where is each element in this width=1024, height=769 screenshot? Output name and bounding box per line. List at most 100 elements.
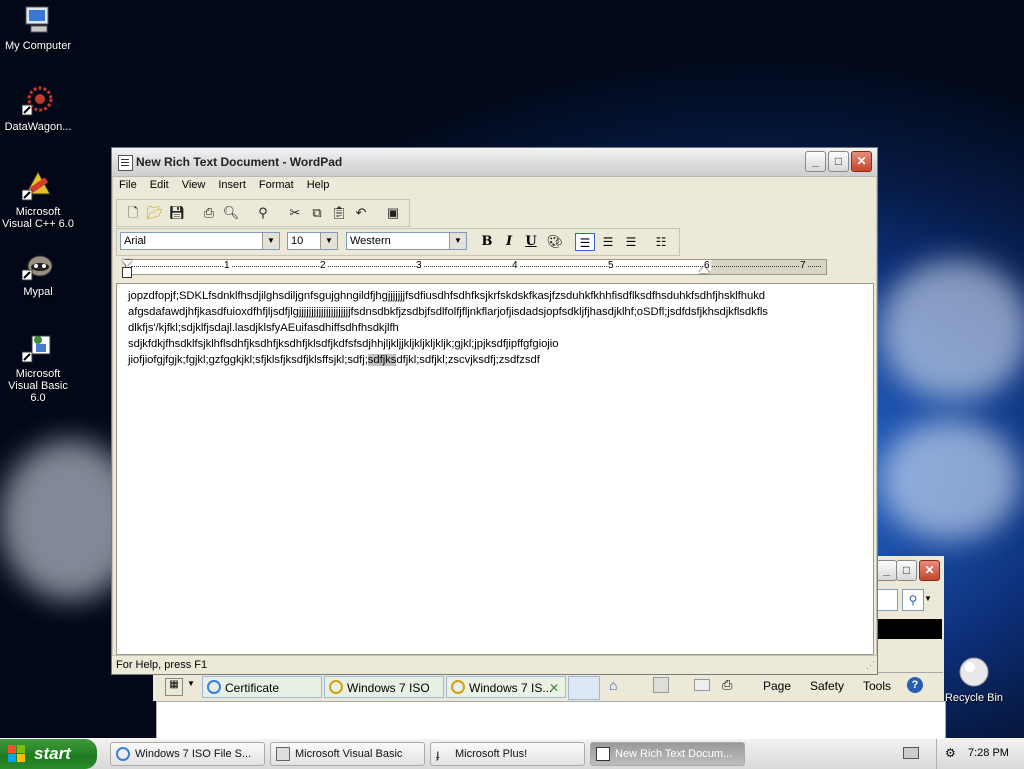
hanging-indent-marker[interactable]: [122, 267, 132, 278]
new-icon[interactable]: 🗋: [123, 203, 143, 223]
tray-app-icon[interactable]: ⚙: [945, 746, 956, 760]
align-center-button[interactable]: ☰: [598, 233, 618, 251]
quick-tabs-icon[interactable]: ▦: [165, 678, 183, 696]
mypal-icon: [21, 250, 54, 282]
menu-view[interactable]: View: [175, 177, 212, 191]
desktop-icon-label: Mypal: [23, 286, 53, 298]
start-button[interactable]: start: [0, 739, 97, 769]
new-tab-button[interactable]: [568, 676, 600, 700]
ie-content-area: [156, 701, 946, 739]
close-button[interactable]: ✕: [851, 151, 872, 172]
ie-tools-menu[interactable]: Tools: [863, 679, 891, 693]
undo-icon[interactable]: ↶: [351, 203, 371, 223]
left-indent-marker[interactable]: [122, 260, 132, 266]
resize-grip-icon[interactable]: ⋰: [866, 656, 875, 674]
clock[interactable]: 7:28 PM: [968, 747, 1009, 759]
ie-minimize-button[interactable]: _: [876, 560, 897, 581]
font-family-select[interactable]: Arial ▼: [120, 232, 280, 250]
taskbar-item-microsoft-plus[interactable]: ɟ Microsoft Plus!: [430, 742, 585, 766]
desktop-icon-mypal[interactable]: Mypal: [0, 250, 76, 298]
chevron-down-icon[interactable]: ▼: [449, 233, 466, 249]
print-preview-icon[interactable]: 🔍︎: [221, 203, 241, 223]
title-bar[interactable]: New Rich Text Document - WordPad _ □ ✕: [112, 148, 877, 177]
desktop-icon-label: Recycle Bin: [944, 692, 1004, 704]
ie-close-button[interactable]: ✕: [919, 560, 940, 581]
desktop-icon-recycle-bin[interactable]: Recycle Bin: [936, 656, 1012, 704]
document-line: sdjkfdkjfhsdklfsjklhflsdhfjksdhfjksdhfjk…: [128, 338, 559, 350]
italic-button[interactable]: I: [499, 233, 519, 251]
ie-page-menu[interactable]: Page: [763, 679, 791, 693]
ie-icon: [116, 747, 130, 761]
tab-list-dropdown-icon[interactable]: ▼: [187, 679, 195, 688]
right-indent-marker[interactable]: [699, 266, 709, 273]
recycle-bin-icon: [958, 656, 990, 688]
ie-tab-windows7-iso-1[interactable]: Windows 7 ISO F...: [324, 676, 444, 717]
ie-tab-certificate-error[interactable]: Certificate Error:...: [202, 676, 322, 717]
search-dropdown-icon[interactable]: ▼: [924, 589, 936, 609]
menu-format[interactable]: Format: [252, 177, 300, 191]
ie-black-strip: [878, 619, 942, 639]
insert-object-icon[interactable]: ▣: [383, 203, 403, 223]
font-size-select[interactable]: 10 ▼: [287, 232, 338, 250]
chevron-down-icon[interactable]: ▼: [320, 233, 337, 249]
align-right-button[interactable]: ☰: [621, 233, 641, 251]
mail-icon[interactable]: [694, 679, 710, 691]
open-icon[interactable]: 📂︎: [145, 203, 165, 223]
visual-cpp-icon: [21, 170, 54, 202]
desktop-icon-visual-cpp[interactable]: Microsoft Visual C++ 6.0: [0, 170, 76, 230]
font-family-value: Arial: [124, 235, 147, 247]
plus-icon: ɟ: [436, 747, 440, 761]
taskbar-item-windows7-iso[interactable]: Windows 7 ISO File S...: [110, 742, 265, 766]
wordpad-window: New Rich Text Document - WordPad _ □ ✕ F…: [111, 147, 878, 675]
desktop-icon-my-computer[interactable]: My Computer: [0, 4, 76, 52]
paste-icon[interactable]: 📋︎: [329, 203, 349, 223]
search-icon[interactable]: ⚲: [902, 589, 924, 611]
menu-edit[interactable]: Edit: [143, 177, 175, 191]
ie-tab-windows7-iso-2[interactable]: Windows 7 IS... ✕: [446, 676, 566, 698]
help-icon[interactable]: ?: [907, 677, 923, 693]
print-icon[interactable]: ⎙: [199, 203, 219, 223]
ie-maximize-button[interactable]: □: [896, 560, 917, 581]
keyboard-icon[interactable]: [903, 747, 919, 759]
copy-icon[interactable]: ⧉: [307, 203, 327, 223]
standard-toolbar: 🗋 📂︎ 💾︎ ⎙ 🔍︎ ⚲ ✂ ⧉ 📋︎ ↶ ▣: [116, 199, 410, 227]
menu-file[interactable]: File: [112, 177, 143, 191]
script-select[interactable]: Western ▼: [346, 232, 467, 250]
home-icon[interactable]: ⌂: [609, 677, 617, 693]
taskbar-item-wordpad[interactable]: New Rich Text Docum...: [590, 742, 745, 766]
find-icon[interactable]: ⚲: [253, 203, 273, 223]
chevron-down-icon[interactable]: ▼: [262, 233, 279, 249]
menu-bar: File Edit View Insert Format Help: [112, 177, 877, 196]
document-line: afgsdafawdjhfjkasdfuioxdfhfjljsdfjlgjjjj…: [128, 306, 768, 318]
taskbar-item-visual-basic[interactable]: Microsoft Visual Basic: [270, 742, 425, 766]
maximize-button[interactable]: □: [828, 151, 849, 172]
system-tray: ⚙ 7:28 PM: [936, 739, 1024, 769]
document-editor[interactable]: jopzdfopjf;SDKLfsdnklfhsdjilghsdiljgnfsg…: [116, 283, 874, 655]
bullets-button[interactable]: ☷: [651, 233, 671, 251]
font-size-value: 10: [291, 235, 304, 247]
feeds-icon[interactable]: [653, 677, 669, 693]
ie-safety-menu[interactable]: Safety: [810, 679, 844, 693]
print-icon[interactable]: ⎙: [722, 677, 732, 693]
ruler[interactable]: 1 2 3 4 5 6 7: [122, 259, 827, 278]
align-left-button[interactable]: ☰: [575, 233, 595, 251]
desktop-icon-datawagon[interactable]: DataWagon...: [0, 85, 76, 133]
tab-close-icon[interactable]: ✕: [549, 677, 559, 699]
desktop-icon-visual-basic[interactable]: Microsoft Visual Basic 6.0: [0, 332, 76, 404]
document-line: jopzdfopjf;SDKLfsdnklfhsdjilghsdiljgnfsg…: [128, 290, 766, 302]
ruler-number: 4: [511, 260, 519, 271]
visual-basic-icon: [276, 747, 290, 761]
bold-button[interactable]: B: [477, 233, 497, 251]
wordpad-icon: [596, 747, 610, 761]
minimize-button[interactable]: _: [805, 151, 826, 172]
wallpaper-cloud: [880, 420, 1020, 540]
window-title: New Rich Text Document - WordPad: [136, 155, 343, 169]
document-line: dlkfjs'/kjfkl;sdjklfjsdajl.lasdjklsfyAEu…: [128, 322, 399, 334]
menu-insert[interactable]: Insert: [211, 177, 252, 191]
underline-button[interactable]: U: [521, 233, 541, 251]
ruler-ticks: [131, 266, 821, 268]
menu-help[interactable]: Help: [300, 177, 336, 191]
cut-icon[interactable]: ✂: [285, 203, 305, 223]
color-icon[interactable]: 🎨︎: [545, 233, 565, 251]
save-icon[interactable]: 💾︎: [167, 203, 187, 223]
